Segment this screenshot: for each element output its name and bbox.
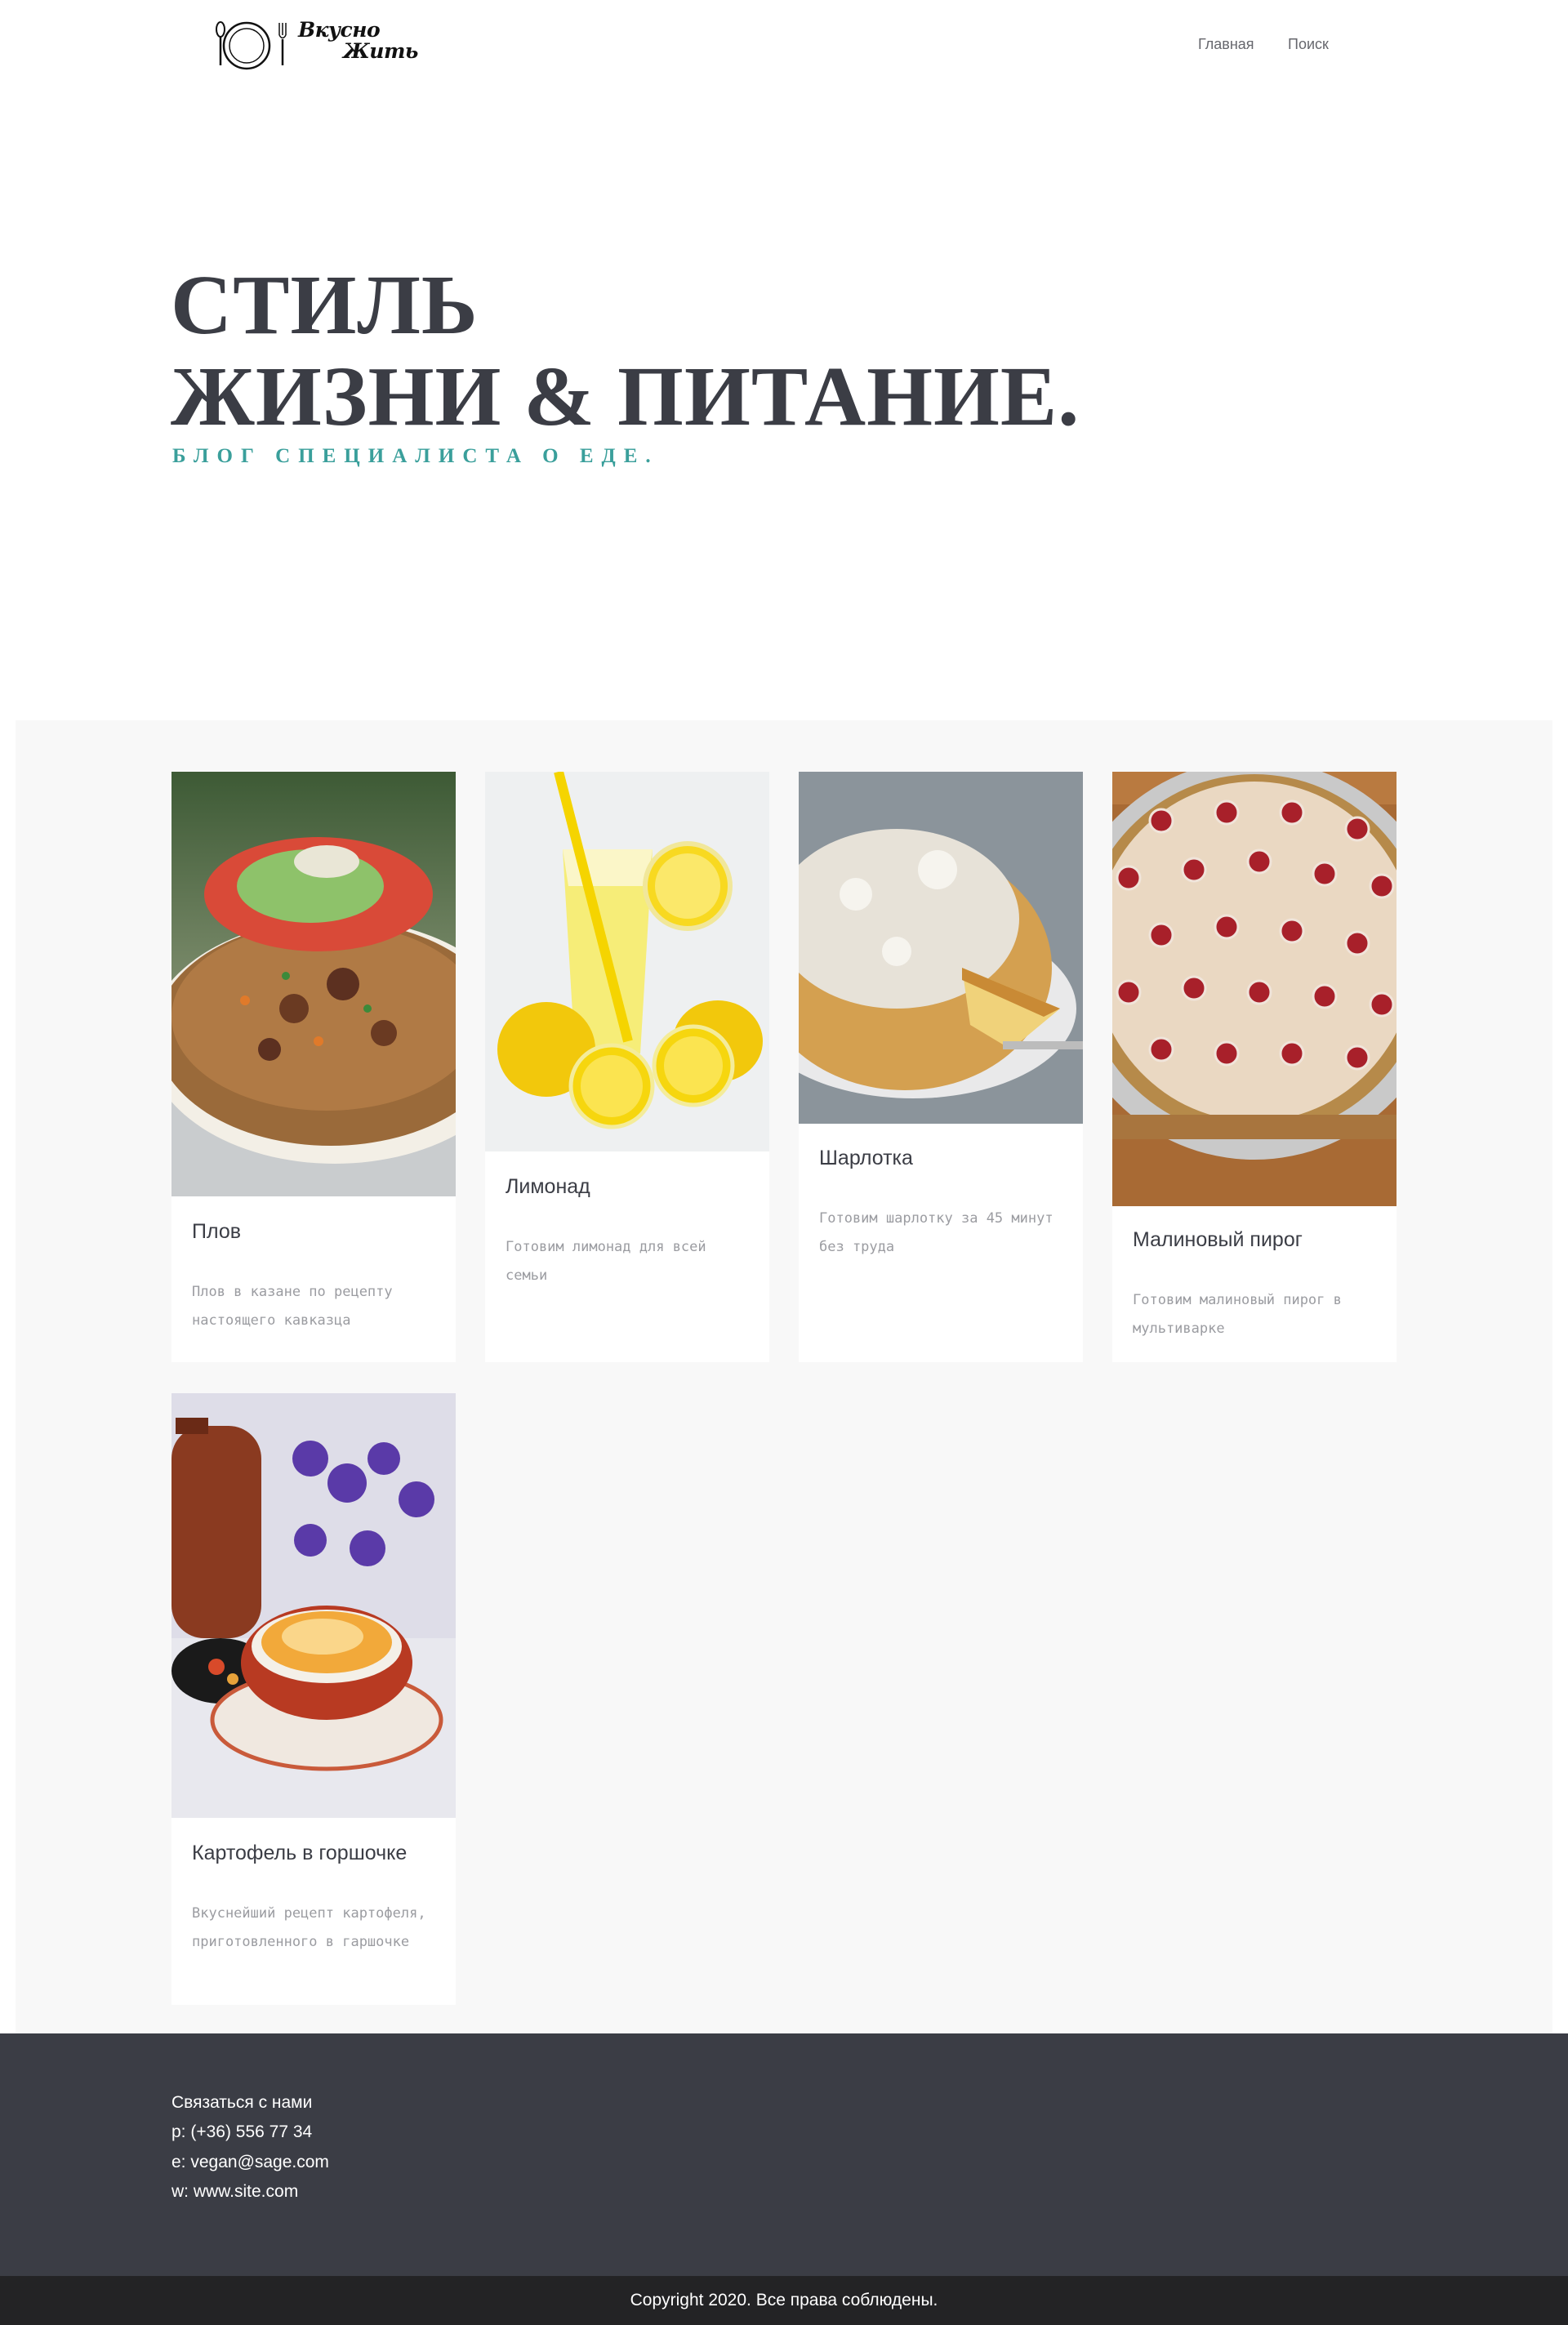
hero-title: СТИЛЬ ЖИЗНИ & ПИТАНИЕ. — [171, 260, 1080, 443]
potato-pot-photo[interactable] — [172, 1393, 456, 1818]
site-logo[interactable]: Вкусно Жить — [214, 15, 426, 73]
recipe-title[interactable]: Лимонад — [506, 1175, 590, 1199]
contact-title: Связаться с нами — [172, 2093, 313, 2112]
recipe-title[interactable]: Плов — [192, 1220, 241, 1244]
recipe-card-lemonade[interactable]: Лимонад Готовим лимонад для всей семьи — [485, 772, 769, 1362]
plov-photo[interactable] — [172, 772, 456, 1196]
recipe-card-charlotte[interactable]: Шарлотка Готовим шарлотку за 45 минут бе… — [799, 772, 1083, 1362]
hero-title-line1: СТИЛЬ — [171, 258, 479, 352]
hero-subtitle: БЛОГ СПЕЦИАЛИСТА О ЕДЕ. — [172, 445, 659, 467]
charlotte-photo[interactable] — [799, 772, 1083, 1124]
site-footer: Связаться с нами p: (+36) 556 77 34 e: v… — [0, 2033, 1568, 2276]
nav-link-search[interactable]: Поиск — [1288, 36, 1329, 53]
recipe-description: Готовим малиновый пирог в мультиварке — [1133, 1292, 1342, 1337]
recipe-description: Готовим лимонад для всей семьи — [506, 1239, 706, 1284]
logo-text-line2: Жить — [343, 39, 418, 63]
recipes-section: Плов Плов в казане по рецепту настоящего… — [16, 720, 1552, 2033]
copyright-bar: Copyright 2020. Все права соблюдены. — [0, 2276, 1568, 2325]
hero-title-line2: ЖИЗНИ & ПИТАНИЕ. — [171, 350, 1080, 443]
lemonade-photo[interactable] — [485, 772, 769, 1151]
nav-link-home[interactable]: Главная — [1198, 36, 1254, 53]
contact-phone[interactable]: p: (+36) 556 77 34 — [172, 2122, 312, 2142]
plate-cutlery-icon — [216, 21, 287, 70]
contact-email[interactable]: e: vegan@sage.com — [172, 2153, 329, 2172]
logo-text-line1: Вкусно — [298, 18, 381, 42]
recipe-title[interactable]: Малиновый пирог — [1133, 1228, 1303, 1252]
recipe-card-potato-pot[interactable]: Картофель в горшочке Вкуснейший рецепт к… — [172, 1393, 456, 2005]
recipe-title[interactable]: Шарлотка — [819, 1147, 913, 1170]
recipe-description: Готовим шарлотку за 45 минут без труда — [819, 1210, 1054, 1255]
recipe-description: Вкуснейший рецепт картофеля, приготовлен… — [192, 1905, 426, 1950]
recipe-card-plov[interactable]: Плов Плов в казане по рецепту настоящего… — [172, 772, 456, 1362]
recipe-title[interactable]: Картофель в горшочке — [192, 1842, 407, 1865]
contact-website[interactable]: w: www.site.com — [172, 2182, 298, 2202]
recipe-description: Плов в казане по рецепту настоящего кавк… — [192, 1284, 393, 1329]
raspberry-pie-photo[interactable] — [1112, 772, 1396, 1206]
site-header: Вкусно Жить Главная Поиск — [0, 0, 1568, 95]
recipe-card-raspberry-pie[interactable]: Малиновый пирог Готовим малиновый пирог … — [1112, 772, 1396, 1362]
